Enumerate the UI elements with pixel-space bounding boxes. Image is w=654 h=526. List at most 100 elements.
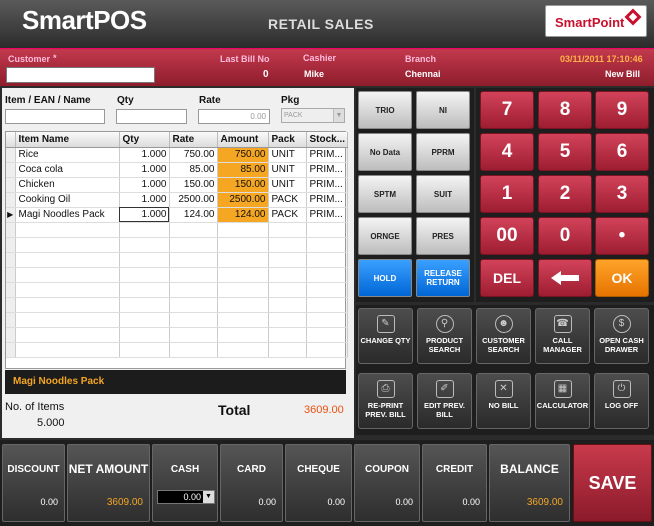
shortcut-ni-button[interactable]: NI — [416, 91, 470, 129]
credit-label: CREDIT — [435, 464, 474, 475]
key-6[interactable]: 6 — [595, 133, 649, 171]
shortcut-suit-button[interactable]: SUIT — [416, 175, 470, 213]
log-off-button[interactable]: ⏻ LOG OFF — [594, 373, 649, 429]
item-search-input[interactable] — [5, 109, 105, 124]
release-return-button[interactable]: RELEASE RETURN — [416, 259, 470, 297]
customer-search-icon: ☻ — [494, 315, 513, 333]
key-3[interactable]: 3 — [595, 175, 649, 213]
change-qty-button[interactable]: ✎ CHANGE QTY — [358, 308, 413, 364]
balance-field: BALANCE 3609.00 — [489, 444, 570, 522]
customer-input[interactable] — [6, 67, 155, 83]
qty-label: Qty — [117, 95, 134, 106]
table-row — [6, 267, 348, 283]
qty-cell[interactable]: 1.000 — [119, 207, 170, 223]
shortcut-pprm-button[interactable]: PPRM — [416, 133, 470, 171]
customer-search-button[interactable]: ☻ CUSTOMER SEARCH — [476, 308, 531, 364]
calculator-button[interactable]: ▦ CALCULATOR — [535, 373, 590, 429]
key-8[interactable]: 8 — [538, 91, 592, 129]
qty-cell[interactable]: 1.000 — [119, 162, 170, 178]
bill-status: New Bill — [605, 69, 641, 79]
table-row[interactable]: Rice 1.000 750.00 750.00 UNIT PRIM... — [6, 147, 348, 163]
save-button[interactable]: SAVE — [573, 444, 652, 522]
discount-field[interactable]: DISCOUNT 0.00 — [2, 444, 65, 522]
last-bill-value: 0 — [263, 69, 269, 80]
card-field[interactable]: CARD 0.00 — [220, 444, 283, 522]
column-header[interactable]: Pack — [268, 132, 307, 148]
cash-label: CASH — [170, 464, 200, 475]
shortcut-pres-button[interactable]: PRES — [416, 217, 470, 255]
amount-cell: 750.00 — [217, 147, 269, 163]
pkg-label: Pkg — [281, 95, 300, 106]
amount-cell — [217, 312, 269, 328]
column-header[interactable]: Rate — [169, 132, 218, 148]
key-2[interactable]: 2 — [538, 175, 592, 213]
numeric-keypad: 7 8 9 4 5 6 1 2 3 00 0 • DEL OK — [476, 88, 654, 302]
ok-button[interactable]: OK — [595, 259, 649, 297]
pack-cell — [268, 327, 307, 343]
rate-cell — [169, 222, 218, 238]
shortcut-trio-button[interactable]: TRIO — [358, 91, 412, 129]
rate-cell — [169, 237, 218, 253]
column-header[interactable]: Amount — [217, 132, 269, 148]
cheque-field[interactable]: CHEQUE 0.00 — [285, 444, 352, 522]
rate-cell: 2500.00 — [169, 192, 218, 208]
shortcut-nodata-button[interactable]: No Data — [358, 133, 412, 171]
no-bill-button[interactable]: ✕ NO BILL — [476, 373, 531, 429]
amount-cell: 85.00 — [217, 162, 269, 178]
table-row[interactable]: Coca cola 1.000 85.00 85.00 UNIT PRIM... — [6, 162, 348, 178]
item-name-cell — [15, 237, 120, 253]
amount-cell — [217, 252, 269, 268]
balance-label: BALANCE — [500, 462, 559, 476]
column-header[interactable]: Stock... — [306, 132, 348, 148]
chevron-down-icon[interactable]: ▼ — [333, 109, 344, 122]
rate-input[interactable]: 0.00 — [198, 109, 270, 124]
item-name-cell: Rice — [15, 147, 120, 163]
column-header[interactable]: Qty — [119, 132, 170, 148]
open-cash-drawer-label: OPEN CASH DRAWER — [599, 336, 644, 354]
key-4[interactable]: 4 — [480, 133, 534, 171]
delete-button[interactable]: DEL — [480, 259, 534, 297]
column-header[interactable]: Item Name — [15, 132, 120, 148]
table-row[interactable]: Chicken 1.000 150.00 150.00 UNIT PRIM... — [6, 177, 348, 193]
open-cash-drawer-button[interactable]: $ OPEN CASH DRAWER — [594, 308, 649, 364]
total-label: Total — [218, 402, 251, 418]
item-name-cell — [15, 267, 120, 283]
backspace-arrow-icon[interactable] — [538, 259, 592, 297]
rate-label: Rate — [199, 95, 221, 106]
credit-field[interactable]: CREDIT 0.00 — [422, 444, 487, 522]
product-search-button[interactable]: ⚲ PRODUCT SEARCH — [417, 308, 472, 364]
app-brand: SmartPOS — [22, 5, 147, 35]
qty-cell[interactable]: 1.000 — [119, 147, 170, 163]
coupon-field[interactable]: COUPON 0.00 — [354, 444, 420, 522]
stock-cell: PRIM... — [306, 207, 348, 223]
edit-prev-bill-button[interactable]: ✐ EDIT PREV. BILL — [417, 373, 472, 429]
table-row — [6, 342, 348, 358]
qty-cell — [119, 327, 170, 343]
table-row[interactable]: Cooking Oil 1.000 2500.00 2500.00 PACK PRIM..… — [6, 192, 348, 208]
cash-input[interactable]: 0.00 ▼ — [157, 490, 215, 504]
hold-button[interactable]: HOLD — [358, 259, 412, 297]
call-manager-button[interactable]: ☎ CALL MANAGER — [535, 308, 590, 364]
qty-cell[interactable]: 1.000 — [119, 177, 170, 193]
key-5[interactable]: 5 — [538, 133, 592, 171]
shortcut-sptm-button[interactable]: SPTM — [358, 175, 412, 213]
key-00[interactable]: 00 — [480, 217, 534, 255]
key-7[interactable]: 7 — [480, 91, 534, 129]
qty-input[interactable] — [116, 109, 187, 124]
reprint-prev-bill-button[interactable]: ⎙ RE-PRINT PREV. BILL — [358, 373, 413, 429]
pkg-select[interactable]: PACK ▼ — [281, 108, 345, 123]
qty-cell[interactable]: 1.000 — [119, 192, 170, 208]
qty-cell — [119, 297, 170, 313]
table-row[interactable]: ▶ Magi Noodles Pack 1.000 124.00 124.00 PACK P… — [6, 207, 348, 223]
no-bill-icon: ✕ — [494, 380, 513, 398]
key-1[interactable]: 1 — [480, 175, 534, 213]
amount-cell — [217, 267, 269, 283]
payment-bar: DISCOUNT 0.00 NET AMOUNT 3609.00 CASH CA… — [0, 440, 654, 526]
chevron-down-icon[interactable]: ▼ — [203, 491, 214, 503]
key-9[interactable]: 9 — [595, 91, 649, 129]
key-0[interactable]: 0 — [538, 217, 592, 255]
shortcut-ornge-button[interactable]: ORNGE — [358, 217, 412, 255]
cash-field[interactable]: CASH — [152, 444, 218, 522]
dollar-icon: $ — [612, 315, 631, 333]
key-decimal[interactable]: • — [595, 217, 649, 255]
